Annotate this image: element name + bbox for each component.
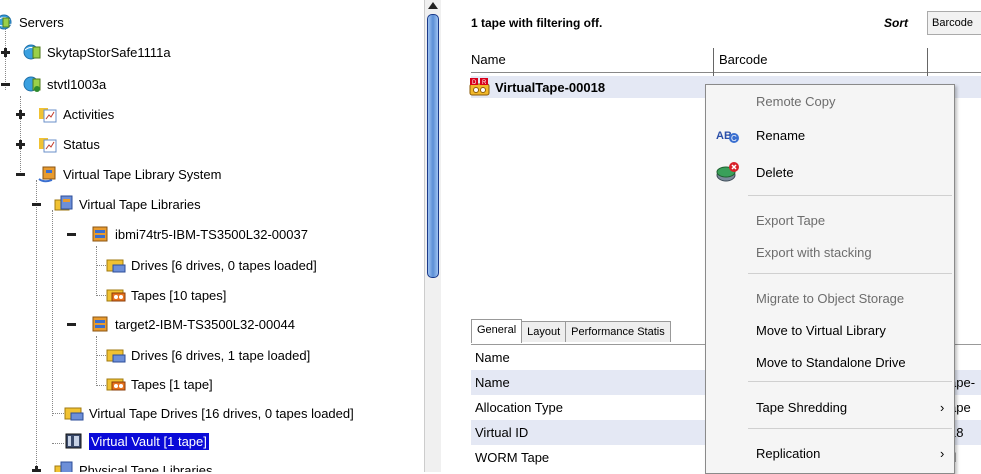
servers-globe-icon <box>0 13 14 31</box>
property-name: WORM Tape <box>475 450 550 465</box>
collapse-icon[interactable] <box>67 230 76 239</box>
tree-item-label: Servers <box>19 14 64 30</box>
tree-scrollbar[interactable] <box>424 0 441 472</box>
property-tabs: General Layout Performance Statis <box>471 319 671 343</box>
virtual-tape-icon: DR <box>469 78 490 96</box>
column-header-name[interactable]: Name <box>471 52 506 67</box>
menu-item-migrate-object-storage[interactable]: Migrate to Object Storage <box>706 284 954 312</box>
sort-dropdown[interactable]: Barcode <box>927 11 981 35</box>
tree-item-label: Activities <box>63 106 115 122</box>
context-menu: Remote Copy AB C Rename Delete Export Tap… <box>705 84 955 474</box>
tree-item-virtual-tape-libraries[interactable]: Virtual Tape Libraries <box>54 191 201 217</box>
tapes-folder-icon <box>106 375 126 393</box>
tree-item-vtl-system[interactable]: Virtual Tape Library System <box>38 161 221 187</box>
menu-item-rename[interactable]: AB C Rename <box>706 121 954 149</box>
filter-summary: 1 tape with filtering off. <box>471 16 603 30</box>
collapse-icon[interactable] <box>16 170 25 179</box>
submenu-arrow-icon: › <box>940 399 945 415</box>
tree-item-drives-00037[interactable]: Drives [6 drives, 0 tapes loaded] <box>106 252 317 278</box>
tree-item-label: Physical Tape Libraries <box>79 462 213 473</box>
tree-item-label: Virtual Tape Libraries <box>79 196 201 212</box>
svg-text:C: C <box>731 134 737 143</box>
server-globe-connected-icon <box>22 75 42 93</box>
tab-general[interactable]: General <box>471 319 523 343</box>
tape-library-icon <box>90 225 110 243</box>
menu-item-export-with-stacking[interactable]: Export with stacking <box>706 238 954 266</box>
property-name: Allocation Type <box>475 400 563 415</box>
svg-text:D: D <box>472 80 477 86</box>
tree-item-physical-tape-libraries[interactable]: Physical Tape Libraries <box>54 457 212 472</box>
server-globe-icon <box>22 43 42 61</box>
tree-item-label: Tapes [1 tape] <box>131 376 213 392</box>
menu-item-remote-copy[interactable]: Remote Copy <box>706 87 954 115</box>
tree-item-skytapstorsafe[interactable]: SkytapStorSafe1111a <box>22 39 171 65</box>
scrollbar-thumb[interactable] <box>427 14 439 278</box>
menu-item-move-standalone-drive[interactable]: Move to Standalone Drive <box>706 348 954 376</box>
tree-item-label: Virtual Tape Library System <box>63 166 222 182</box>
tape-list-header: Name Barcode <box>471 48 981 76</box>
tree-item-stvtl1003a[interactable]: stvtl1003a <box>22 71 106 97</box>
drives-folder-icon <box>64 404 84 422</box>
tape-name: VirtualTape-00018 <box>495 79 606 95</box>
tree-item-label: ibmi74tr5-IBM-TS3500L32-00037 <box>115 226 308 242</box>
tape-library-icon <box>90 315 110 333</box>
tree-item-label: Status <box>63 136 100 152</box>
column-header-barcode[interactable]: Barcode <box>719 52 767 67</box>
tree-item-label: Drives [6 drives, 0 tapes loaded] <box>131 257 317 273</box>
expand-icon[interactable] <box>1 48 10 57</box>
server-tree: Servers SkytapStorSafe1111a stvtl1003a A… <box>0 0 424 472</box>
tree-item-label: SkytapStorSafe1111a <box>47 44 171 60</box>
menu-item-tape-shredding[interactable]: Tape Shredding › <box>706 393 954 421</box>
vault-icon <box>64 432 84 450</box>
tape-library-system-icon <box>38 165 58 183</box>
menu-item-move-virtual-library[interactable]: Move to Virtual Library <box>706 316 954 344</box>
expand-icon[interactable] <box>32 466 41 472</box>
delete-icon <box>716 161 740 183</box>
property-name: Name <box>475 375 510 390</box>
expand-icon[interactable] <box>16 110 25 119</box>
rename-abc-icon: AB C <box>716 124 740 146</box>
tab-performance-statistics[interactable]: Performance Statis <box>565 321 671 342</box>
tree-item-status[interactable]: Status <box>38 131 100 157</box>
collapse-icon[interactable] <box>67 320 76 329</box>
tree-item-library-ibmi74tr5[interactable]: ibmi74tr5-IBM-TS3500L32-00037 <box>90 221 308 247</box>
drives-folder-icon <box>106 256 126 274</box>
collapse-icon[interactable] <box>1 80 10 89</box>
sort-label: Sort <box>884 16 908 30</box>
tree-item-virtual-tape-drives[interactable]: Virtual Tape Drives [16 drives, 0 tapes … <box>64 400 354 426</box>
tree-item-tapes-00037[interactable]: Tapes [10 tapes] <box>106 282 226 308</box>
property-name: Virtual ID <box>475 425 529 440</box>
tapes-folder-icon <box>106 286 126 304</box>
svg-text:R: R <box>482 80 487 86</box>
tree-item-label: target2-IBM-TS3500L32-00044 <box>115 316 295 332</box>
tree-item-activities[interactable]: Activities <box>38 101 114 127</box>
menu-item-replication[interactable]: Replication › <box>706 439 954 467</box>
tree-item-drives-00044[interactable]: Drives [6 drives, 1 tape loaded] <box>106 342 310 368</box>
tree-item-virtual-vault[interactable]: Virtual Vault [1 tape] <box>64 428 209 454</box>
tab-layout[interactable]: Layout <box>521 321 567 342</box>
tree-item-label: Tapes [10 tapes] <box>131 287 227 303</box>
menu-item-export-tape[interactable]: Export Tape <box>706 206 954 234</box>
expand-icon[interactable] <box>16 140 25 149</box>
scroll-up-arrow-icon[interactable] <box>428 2 438 9</box>
submenu-arrow-icon: › <box>940 445 945 461</box>
menu-item-delete[interactable]: Delete <box>706 158 954 186</box>
tree-item-library-target2[interactable]: target2-IBM-TS3500L32-00044 <box>90 311 295 337</box>
status-chart-icon <box>38 135 58 153</box>
drives-folder-icon <box>106 346 126 364</box>
activity-chart-icon <box>38 105 58 123</box>
collapse-icon[interactable] <box>32 200 41 209</box>
tree-item-servers[interactable]: Servers <box>0 9 64 35</box>
tree-item-label: Virtual Tape Drives [16 drives, 0 tapes … <box>89 405 354 421</box>
tree-item-tapes-00044[interactable]: Tapes [1 tape] <box>106 371 213 397</box>
tree-item-label: Virtual Vault [1 tape] <box>89 432 209 450</box>
tree-item-label: stvtl1003a <box>47 76 107 92</box>
tape-libraries-folder-icon <box>54 195 74 213</box>
tape-libraries-folder-icon <box>54 461 74 472</box>
tree-item-label: Drives [6 drives, 1 tape loaded] <box>131 347 311 363</box>
